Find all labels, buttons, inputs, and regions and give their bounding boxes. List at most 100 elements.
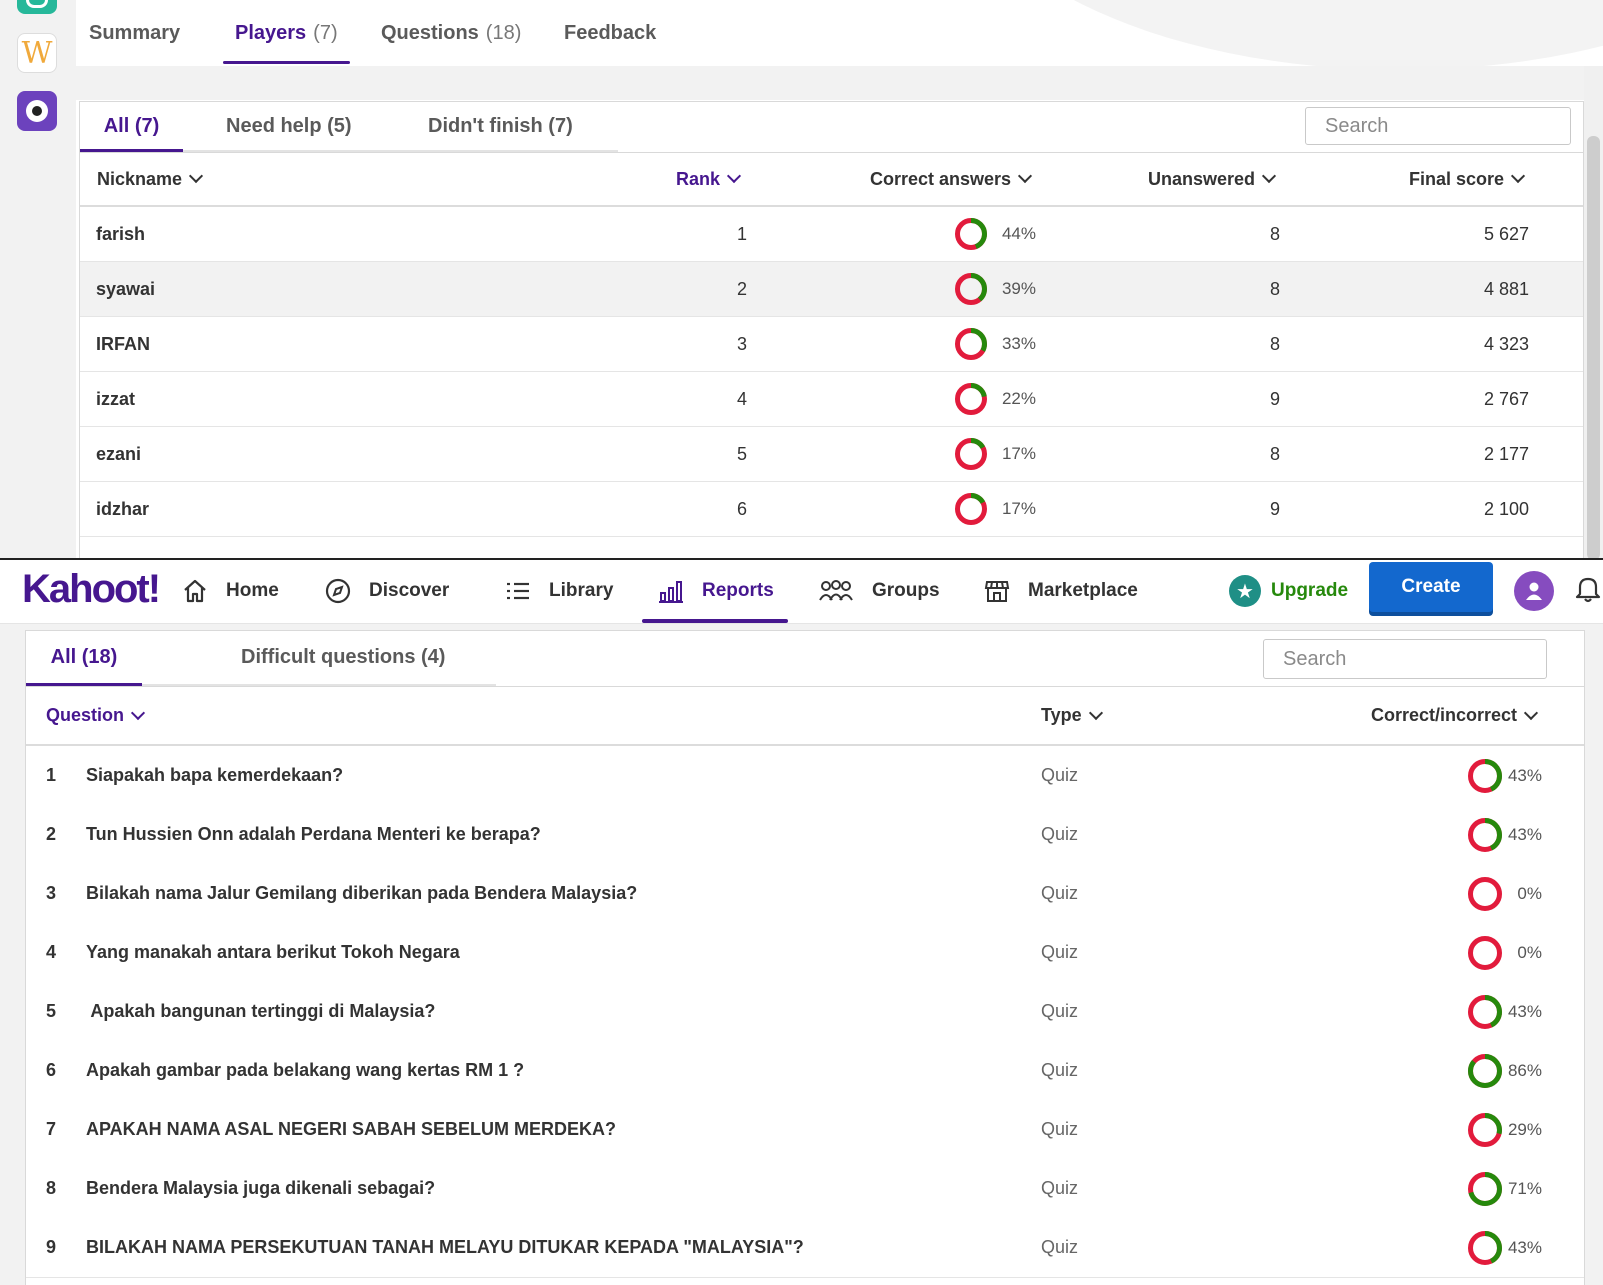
- correct-percentage: 39%: [1001, 279, 1036, 298]
- col-label: Final score: [1409, 168, 1505, 189]
- final-score: 4 323: [1483, 333, 1529, 354]
- nav-label: Groups: [872, 580, 940, 601]
- players-search[interactable]: [1305, 107, 1571, 145]
- unanswered-count: 8: [1270, 223, 1281, 244]
- player-rank: 6: [736, 498, 747, 519]
- col-rank[interactable]: Rank: [676, 153, 742, 205]
- chevron-down-icon: [1261, 168, 1277, 184]
- correct-ratio-donut: [955, 383, 987, 415]
- col-question[interactable]: Question: [46, 687, 146, 744]
- question-type: Quiz: [1041, 1001, 1079, 1021]
- filter-all-questions[interactable]: All (18): [26, 631, 142, 686]
- bell-icon: [1575, 577, 1601, 603]
- tab-summary[interactable]: Summary: [89, 0, 180, 66]
- filter-all[interactable]: All (7): [80, 102, 183, 152]
- table-row[interactable]: syawai 2 39% 8 4 881: [80, 262, 1583, 317]
- question-number: 9: [46, 1237, 57, 1257]
- col-label: Unanswered: [1148, 168, 1256, 189]
- table-row[interactable]: 4 Yang manakah antara berikut Tokoh Negar…: [26, 923, 1584, 983]
- chevron-down-icon: [130, 705, 146, 720]
- col-unanswered[interactable]: Unanswered: [1148, 153, 1277, 205]
- tab-feedback[interactable]: Feedback: [564, 0, 656, 66]
- tab-label: Players: [235, 21, 307, 44]
- nav-groups[interactable]: Groups: [818, 560, 940, 622]
- question-filter-tabs: All (18) Difficult questions (4): [26, 631, 496, 686]
- question-type: Quiz: [1041, 824, 1079, 844]
- teal-app-icon[interactable]: [17, 0, 57, 14]
- table-row[interactable]: 1 Siapakah bapa kemerdekaan? Quiz 43%: [26, 746, 1584, 806]
- correct-percentage: 0%: [1517, 883, 1542, 903]
- table-row[interactable]: ezani 5 17% 8 2 177: [80, 427, 1583, 482]
- search-input[interactable]: [1264, 640, 1546, 678]
- nav-discover[interactable]: Discover: [325, 560, 449, 622]
- question-number: 1: [46, 765, 57, 785]
- table-row[interactable]: farish 1 44% 8 5 627: [80, 207, 1583, 262]
- monster-app-icon[interactable]: [17, 91, 57, 131]
- player-rank: 3: [736, 333, 747, 354]
- table-row[interactable]: 5 Apakah bangunan tertinggi di Malaysia?…: [26, 982, 1584, 1042]
- correct-ratio-donut: [955, 273, 987, 305]
- top-navbar: Kahoot! Home Discover Library Reports Gr…: [0, 560, 1603, 624]
- filter-difficult-questions[interactable]: Difficult questions (4): [241, 631, 445, 684]
- table-row-partial[interactable]: [80, 537, 1583, 560]
- table-row[interactable]: 6 Apakah gambar pada belakang wang kertas…: [26, 1041, 1584, 1101]
- scrollbar-thumb[interactable]: [1587, 136, 1600, 560]
- correct-percentage: 0%: [1517, 942, 1542, 962]
- group-icon: [819, 580, 853, 601]
- nav-home[interactable]: Home: [182, 560, 279, 622]
- correct-percentage: 86%: [1507, 1060, 1542, 1080]
- col-nickname[interactable]: Nickname: [97, 153, 204, 205]
- col-correct-answers[interactable]: Correct answers: [870, 153, 1033, 205]
- table-row[interactable]: 3 Bilakah nama Jalur Gemilang diberikan p…: [26, 864, 1584, 924]
- question-number: 8: [46, 1178, 57, 1198]
- scrollbar[interactable]: [1584, 66, 1603, 560]
- kahoot-logo[interactable]: Kahoot!: [22, 567, 161, 612]
- nav-label: Library: [549, 580, 614, 601]
- table-row[interactable]: izzat 4 22% 9 2 767: [80, 372, 1583, 427]
- col-label: Correct/incorrect: [1371, 705, 1518, 725]
- question-text: Tun Hussien Onn adalah Perdana Menteri k…: [86, 824, 541, 844]
- col-type[interactable]: Type: [1041, 687, 1103, 744]
- chevron-down-icon: [726, 168, 742, 184]
- create-button[interactable]: Create: [1369, 562, 1493, 612]
- filter-didnt-finish[interactable]: Didn't finish (7): [428, 102, 573, 150]
- filter-label: Didn't finish (7): [428, 114, 573, 137]
- question-type: Quiz: [1041, 765, 1079, 785]
- question-text: Apakah gambar pada belakang wang kertas …: [86, 1060, 525, 1080]
- col-label: Type: [1041, 705, 1082, 725]
- w-app-icon[interactable]: W: [17, 33, 57, 73]
- home-icon: [184, 579, 206, 603]
- nav-library[interactable]: Library: [505, 560, 613, 622]
- col-correct-incorrect[interactable]: Correct/incorrect: [1371, 687, 1539, 744]
- table-row[interactable]: IRFAN 3 33% 8 4 323: [80, 317, 1583, 372]
- player-nickname: syawai: [96, 278, 156, 299]
- table-row[interactable]: 7 APAKAH NAMA ASAL NEGERI SABAH SEBELUM M…: [26, 1100, 1584, 1160]
- table-row[interactable]: 8 Bendera Malaysia juga dikenali sebagai?…: [26, 1159, 1584, 1219]
- col-final-score[interactable]: Final score: [1409, 153, 1526, 205]
- correct-percentage: 43%: [1507, 1001, 1542, 1021]
- correct-percentage: 33%: [1001, 334, 1036, 353]
- table-row[interactable]: 2 Tun Hussien Onn adalah Perdana Menteri …: [26, 805, 1584, 865]
- nav-reports[interactable]: Reports: [642, 560, 788, 623]
- player-nickname: idzhar: [96, 498, 150, 519]
- chevron-down-icon: [1088, 705, 1103, 720]
- tab-players[interactable]: Players (7): [223, 0, 350, 66]
- list-icon: [507, 582, 529, 600]
- nav-marketplace[interactable]: Marketplace: [984, 560, 1138, 622]
- correct-donut-cell: [954, 317, 988, 371]
- upgrade-label: Upgrade: [1271, 580, 1349, 601]
- notification-bell[interactable]: [1574, 574, 1602, 609]
- table-row[interactable]: 9 BILAKAH NAMA PERSEKUTUAN TANAH MELAYU D…: [26, 1218, 1584, 1278]
- questions-table-header: Question Type Correct/incorrect: [26, 686, 1584, 746]
- questions-search[interactable]: [1263, 639, 1547, 679]
- search-input[interactable]: [1306, 108, 1570, 144]
- table-row[interactable]: idzhar 6 17% 9 2 100: [80, 482, 1583, 537]
- upgrade-link[interactable]: ★ Upgrade: [1229, 560, 1348, 622]
- avatar[interactable]: [1514, 571, 1554, 611]
- correct-percentage: 17%: [1001, 499, 1036, 518]
- filter-need-help[interactable]: Need help (5): [226, 102, 352, 150]
- tab-questions[interactable]: Questions (18): [381, 0, 521, 66]
- nav-label: Home: [226, 580, 279, 601]
- player-rank: 2: [736, 278, 747, 299]
- filter-label: All (7): [103, 114, 160, 137]
